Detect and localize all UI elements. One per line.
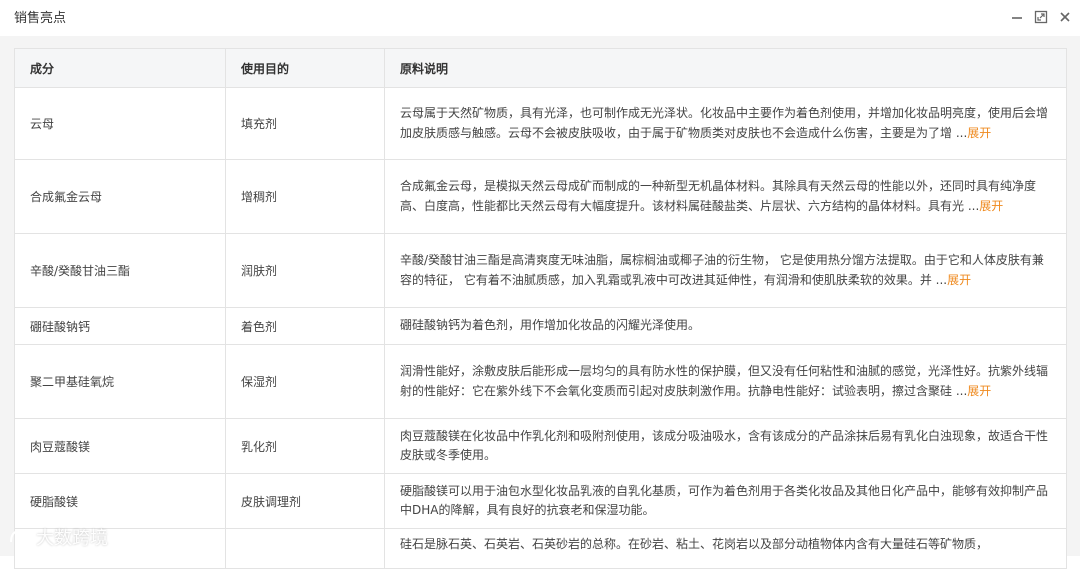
table-row: 辛酸/癸酸甘油三酯 润肤剂 辛酸/癸酸甘油三酯是高清爽度无味油脂，属棕榈油或椰子… — [14, 233, 1067, 308]
description-cell: 肉豆蔻酸镁在化妆品中作乳化剂和吸附剂使用，该成分吸油吸水，含有该成分的产品涂抹后… — [384, 418, 1067, 474]
watermark-logo-icon — [10, 529, 31, 545]
purpose-cell: 填充剂 — [225, 87, 385, 160]
watermark: 大数跨境 — [8, 524, 108, 550]
window-titlebar: 销售亮点 — [0, 0, 1080, 36]
table-row: 硼硅酸钠钙 着色剂 硼硅酸钠钙为着色剂，用作增加化妆品的闪耀光泽使用。 — [14, 307, 1067, 345]
watermark-text: 大数跨境 — [36, 528, 108, 549]
dialog-content: 成分 使用目的 原料说明 云母 填充剂 云母属于天然矿物质，具有光泽，也可制作成… — [0, 36, 1080, 569]
table-row: 肉豆蔻酸镁 乳化剂 肉豆蔻酸镁在化妆品中作乳化剂和吸附剂使用，该成分吸油吸水，含… — [14, 418, 1067, 474]
ingredient-cell: 合成氟金云母 — [14, 159, 226, 234]
description-text: 合成氟金云母，是模拟天然云母成矿而制成的一种新型无机晶体材料。其除具有天然云母的… — [400, 179, 1037, 213]
expand-link[interactable]: 展开 — [979, 199, 1003, 213]
table-row: 聚二甲基硅氧烷 保湿剂 润滑性能好，涂敷皮肤后能形成一层均匀的具有防水性的保护膜… — [14, 344, 1067, 419]
description-text: 云母属于天然矿物质，具有光泽，也可制作成无光泽状。化妆品中主要作为着色剂使用，并… — [400, 106, 1049, 140]
ingredient-cell: 肉豆蔻酸镁 — [14, 418, 226, 474]
purpose-cell: 增稠剂 — [225, 159, 385, 234]
expand-link[interactable]: 展开 — [947, 273, 971, 287]
ingredient-cell: 硼硅酸钠钙 — [14, 307, 226, 345]
description-cell: 云母属于天然矿物质，具有光泽，也可制作成无光泽状。化妆品中主要作为着色剂使用，并… — [384, 87, 1067, 160]
description-text: 硅石是脉石英、石英岩、石英砂岩的总称。在砂岩、粘土、花岗岩以及部分动植物体内含有… — [400, 537, 989, 551]
minimize-icon[interactable] — [1010, 10, 1024, 24]
description-text: 硼硅酸钠钙为着色剂，用作增加化妆品的闪耀光泽使用。 — [400, 318, 701, 333]
description-cell: 合成氟金云母，是模拟天然云母成矿而制成的一种新型无机晶体材料。其除具有天然云母的… — [384, 159, 1067, 234]
description-cell: 硬脂酸镁可以用于油包水型化妆品乳液的自乳化基质，可作为着色剂用于各类化妆品及其他… — [384, 473, 1067, 529]
column-header-description: 原料说明 — [384, 48, 1067, 88]
description-text: 硬脂酸镁可以用于油包水型化妆品乳液的自乳化基质，可作为着色剂用于各类化妆品及其他… — [400, 483, 1049, 518]
ingredient-cell: 云母 — [14, 87, 226, 160]
table-row: 硬脂酸镁 皮肤调理剂 硬脂酸镁可以用于油包水型化妆品乳液的自乳化基质，可作为着色… — [14, 473, 1067, 529]
table-header-row: 成分 使用目的 原料说明 — [14, 48, 1067, 88]
close-icon[interactable] — [1058, 10, 1072, 24]
table-row: 合成氟金云母 增稠剂 合成氟金云母，是模拟天然云母成矿而制成的一种新型无机晶体材… — [14, 159, 1067, 234]
description-text: 润滑性能好，涂敷皮肤后能形成一层均匀的具有防水性的保护膜，但又没有任何粘性和油腻… — [400, 364, 1049, 398]
purpose-cell: 乳化剂 — [225, 418, 385, 474]
purpose-cell: 皮肤调理剂 — [225, 473, 385, 529]
column-header-ingredient: 成分 — [14, 48, 226, 88]
purpose-cell: 着色剂 — [225, 307, 385, 345]
purpose-cell: 润肤剂 — [225, 233, 385, 308]
ingredient-cell: 辛酸/癸酸甘油三酯 — [14, 233, 226, 308]
purpose-cell — [225, 528, 385, 569]
ingredients-table: 成分 使用目的 原料说明 云母 填充剂 云母属于天然矿物质，具有光泽，也可制作成… — [14, 48, 1067, 569]
column-header-purpose: 使用目的 — [225, 48, 385, 88]
table-row: 云母 填充剂 云母属于天然矿物质，具有光泽，也可制作成无光泽状。化妆品中主要作为… — [14, 87, 1067, 160]
expand-link[interactable]: 展开 — [967, 384, 991, 398]
description-cell: 辛酸/癸酸甘油三酯是高清爽度无味油脂，属棕榈油或椰子油的衍生物， 它是使用热分馏… — [384, 233, 1067, 308]
expand-link[interactable]: 展开 — [967, 126, 991, 140]
maximize-icon[interactable] — [1034, 10, 1048, 24]
description-cell: 硼硅酸钠钙为着色剂，用作增加化妆品的闪耀光泽使用。 — [384, 307, 1067, 345]
table-row: 硅石是脉石英、石英岩、石英砂岩的总称。在砂岩、粘土、花岗岩以及部分动植物体内含有… — [14, 528, 1067, 569]
description-text: 肉豆蔻酸镁在化妆品中作乳化剂和吸附剂使用，该成分吸油吸水，含有该成分的产品涂抹后… — [400, 428, 1049, 463]
purpose-cell: 保湿剂 — [225, 344, 385, 419]
ingredient-cell: 硬脂酸镁 — [14, 473, 226, 529]
window-title: 销售亮点 — [14, 11, 67, 26]
ingredient-cell: 聚二甲基硅氧烷 — [14, 344, 226, 419]
description-cell: 硅石是脉石英、石英岩、石英砂岩的总称。在砂岩、粘土、花岗岩以及部分动植物体内含有… — [384, 528, 1067, 569]
description-cell: 润滑性能好，涂敷皮肤后能形成一层均匀的具有防水性的保护膜，但又没有任何粘性和油腻… — [384, 344, 1067, 419]
